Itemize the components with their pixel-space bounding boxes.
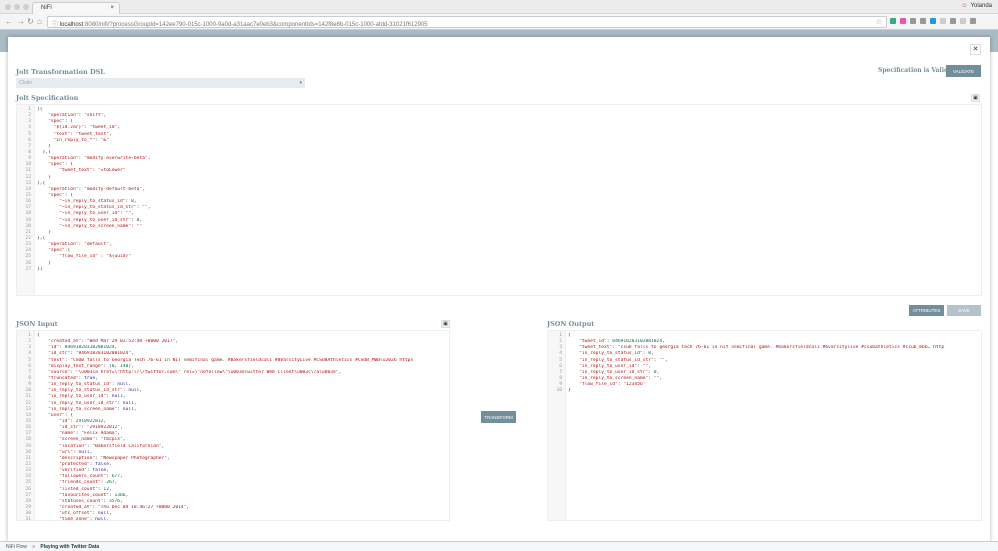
line-code: "time_zone": null, — [59, 517, 109, 521]
url-path: :8080/nifi/?processGroupId=142ee790-015c… — [83, 22, 428, 28]
home-icon[interactable]: ⌂ — [37, 17, 42, 26]
profile-user[interactable]: ☺ Yolanda — [961, 3, 992, 9]
json-output-editor: 1{2 "tweet_id": 846918283102081024, 3 "tw… — [547, 330, 982, 521]
canvas-right-edge — [990, 52, 998, 542]
extension-icons[interactable] — [890, 18, 976, 24]
user-name: Yolanda — [970, 3, 992, 9]
tab-title: NiFi — [41, 5, 52, 11]
json-output-label: JSON Output — [547, 320, 595, 328]
format-input-icon[interactable]: ▣ — [441, 320, 450, 328]
validate-button[interactable]: VALIDATE — [946, 65, 981, 77]
jolt-advanced-dialog: ✕ Jolt Transformation DSL Chain ▾ Jolt Sp… — [8, 37, 990, 543]
chevron-down-icon: ▾ — [299, 80, 302, 86]
reload-icon[interactable]: ↻ — [27, 17, 34, 26]
breadcrumb-current[interactable]: Playing with Twitter Data — [40, 544, 99, 550]
window-controls[interactable] — [5, 4, 29, 10]
line-number: 10 — [556, 388, 562, 394]
transform-button[interactable]: TRANSFORM — [481, 411, 516, 423]
line-number: 27 — [25, 266, 31, 272]
line-code: }] — [37, 266, 43, 272]
json-input-label: JSON Input — [16, 320, 58, 328]
profile-icon: ☺ — [961, 3, 968, 9]
dsl-label: Jolt Transformation DSL — [16, 68, 105, 76]
spec-editor[interactable]: 1[{2 "operation": "shift", 3 "spec": {4 "… — [16, 104, 982, 296]
breadcrumb-separator: » — [32, 544, 36, 550]
output-lines: 1{2 "tweet_id": 846918283102081024, 3 "tw… — [548, 333, 981, 394]
code-line: 10} — [548, 388, 981, 394]
bookmark-star-icon[interactable]: ☆ — [876, 18, 882, 26]
browser-tab-bar: NiFi × ☺ Yolanda — [0, 0, 998, 14]
json-input-editor[interactable]: 1{2 "created_at": "Wed Mar 29 02:53:48 +… — [16, 330, 450, 521]
dsl-selected-value: Chain — [19, 80, 33, 86]
browser-tab-nifi[interactable]: NiFi × — [32, 2, 120, 14]
url-bar[interactable]: ⓘ localhost:8080/nifi/?processGroupId=14… — [47, 16, 887, 28]
spec-lines: 1[{2 "operation": "shift", 3 "spec": {4 "… — [17, 107, 981, 273]
spec-status: Specification is Valid — [878, 67, 949, 74]
forward-icon[interactable]: → — [17, 17, 25, 26]
back-icon[interactable]: ← — [5, 17, 13, 26]
input-lines: 1{2 "created_at": "Wed Mar 29 02:53:48 +… — [17, 333, 449, 521]
save-button[interactable]: SAVE — [947, 305, 981, 316]
close-dialog-button[interactable]: ✕ — [970, 44, 981, 55]
line-code: } — [568, 388, 571, 394]
code-line: 31 "time_zone": null, — [17, 517, 449, 521]
tab-close-icon[interactable]: × — [110, 5, 114, 11]
attributes-button[interactable]: ATTRIBUTES — [909, 305, 944, 316]
spec-label: Jolt Specification — [16, 94, 79, 102]
code-line: 27}] — [17, 267, 981, 273]
format-spec-icon[interactable]: ▣ — [971, 94, 980, 102]
dsl-select[interactable]: Chain ▾ — [16, 78, 305, 88]
breadcrumb: NiFi Flow » Playing with Twitter Data — [0, 541, 998, 551]
line-number: 31 — [25, 517, 31, 521]
url-host: localhost — [59, 22, 84, 28]
breadcrumb-root[interactable]: NiFi Flow — [6, 544, 27, 550]
address-row: ← → ↻ ⌂ ⓘ localhost:8080/nifi/?processGr… — [0, 14, 998, 30]
line-code: "flow_file_id": "123456" — [579, 382, 646, 388]
canvas-left-edge — [0, 52, 8, 542]
